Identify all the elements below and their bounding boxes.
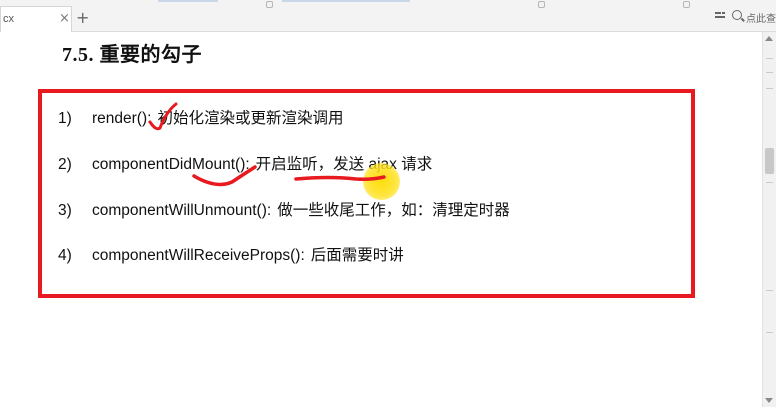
document-tab[interactable]: cx × [0,6,72,32]
scroll-up-arrow[interactable] [765,36,773,41]
vertical-scrollbar[interactable] [762,32,776,407]
scroll-mark [766,72,773,73]
item-code: componentWillReceiveProps(): [92,247,305,264]
tab-marker [538,1,545,8]
item-code: componentDidMount(): [92,156,250,173]
scroll-down-arrow[interactable] [765,398,773,403]
item-description: 初始化渲染或更新渲染调用 [157,110,344,127]
item-description: 开启监听，发送 ajax 请求 [255,156,433,173]
toolbar-icon[interactable] [714,10,726,22]
tab-marker [683,1,690,8]
item-description: 做一些收尾工作，如：清理定时器 [277,202,510,219]
item-code: componentWillUnmount(): [92,202,272,219]
item-number: 3) [58,202,72,219]
tab-marker [266,1,273,8]
scroll-mark [766,182,773,183]
tab-indicator [158,0,218,2]
search-box[interactable]: 点此查 [732,10,776,26]
list-item: 3) componentWillUnmount(): 做一些收尾工作，如：清理定时器 [58,198,510,220]
list-item: 4) componentWillReceiveProps(): 后面需要时讲 [58,243,404,265]
tab-label: cx [3,13,14,25]
scroll-mark [766,290,773,291]
item-code: render(): [92,110,152,127]
scroll-mark [766,332,773,333]
plus-icon[interactable]: + [76,8,89,27]
scroll-mark [766,58,773,59]
scroll-thumb[interactable] [765,148,774,174]
cursor-highlight [363,163,400,200]
item-number: 4) [58,247,72,264]
close-icon[interactable]: × [59,11,70,26]
section-heading: 7.5. 重要的勾子 [62,44,202,66]
list-item: 1) render(): 初始化渲染或更新渲染调用 [58,106,343,128]
item-description: 后面需要时讲 [310,247,404,264]
item-number: 2) [58,156,72,173]
tab-indicator [282,0,410,2]
search-text: 点此查 [746,14,776,25]
search-icon [732,10,742,20]
item-number: 1) [58,110,72,127]
tab-bar: cx × + 点此查 [0,0,776,32]
scroll-mark [766,88,773,89]
